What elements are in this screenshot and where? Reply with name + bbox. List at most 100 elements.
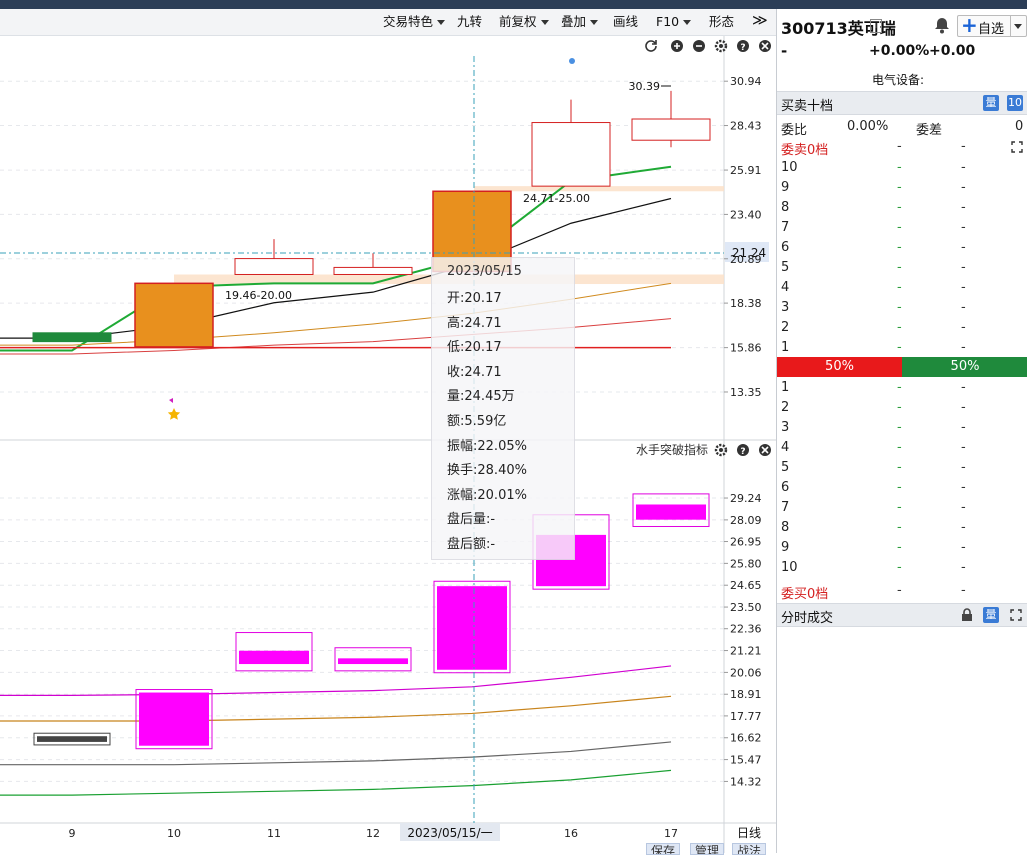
level-price: -: [897, 480, 902, 495]
candle-body: [631, 118, 711, 141]
toolbar-label: F10: [656, 14, 680, 29]
order-level-row: 7 - -: [777, 498, 1027, 518]
tooltip-key: 振幅:: [447, 438, 478, 454]
support-band-upper: [474, 186, 724, 192]
strategy-button[interactable]: 战法: [732, 843, 767, 855]
indicator-axis-label: 14.32: [730, 775, 762, 788]
wc-label: 委差: [916, 123, 943, 138]
bell-icon[interactable]: [933, 15, 951, 35]
toolbar-xingtai[interactable]: 形态: [709, 12, 734, 32]
window-top-strip: [0, 0, 1027, 9]
indicator-header: 水手突破指标 ?: [636, 442, 771, 457]
event-dot-icon[interactable]: [569, 58, 575, 64]
level-volume: -: [961, 240, 966, 255]
volume-toggle[interactable]: 量: [983, 95, 999, 111]
level-price: -: [897, 300, 902, 315]
level-volume: -: [961, 260, 966, 275]
sell-summary-label: 委卖0档: [781, 143, 829, 158]
level-volume: -: [961, 200, 966, 215]
sell-ratio: 50%: [777, 357, 902, 377]
level-number: 10: [781, 160, 798, 175]
indicator-bar-fill: [239, 650, 309, 665]
order-level-row: 1 - -: [777, 338, 1027, 358]
change-percent: +0.00%: [869, 43, 930, 59]
zoom-in-icon[interactable]: [671, 40, 683, 52]
chevron-down-icon: [590, 20, 599, 25]
level-number: 9: [781, 180, 790, 195]
plus-icon: +: [961, 13, 978, 37]
kline-chart[interactable]: ? 21.24 30.39 24.71-25.00 19.46-20.00 水手…: [0, 36, 776, 853]
toolbar-jiuzhuan[interactable]: 九转: [457, 12, 482, 32]
help-icon[interactable]: ?: [737, 40, 749, 53]
toolbar-label: 叠加: [561, 14, 587, 29]
indicator-bar-fill: [338, 658, 408, 665]
level-price: -: [897, 420, 902, 435]
level-number: 9: [781, 540, 790, 555]
price-axis-label: 23.40: [730, 208, 762, 221]
order-level-row: 9 - -: [777, 178, 1027, 198]
save-button[interactable]: 保存: [646, 843, 681, 855]
order-level-row: 1 - -: [777, 378, 1027, 398]
last-price: -: [781, 42, 788, 60]
add-watchlist-button[interactable]: + 自选: [957, 13, 1027, 37]
order-level-row: 2 - -: [777, 318, 1027, 338]
level-volume: -: [961, 440, 966, 455]
toolbar-label: 交易特色: [383, 14, 434, 29]
tooltip-row: 量:24.45万: [447, 385, 515, 404]
indicator-axis-label: 28.09: [730, 514, 762, 527]
lock-icon[interactable]: [961, 608, 973, 622]
price-axis-label: 13.35: [730, 386, 762, 399]
info-icon[interactable]: i: [870, 19, 882, 33]
price-axis-label: 15.86: [730, 342, 762, 355]
tooltip-row: 高:24.71: [447, 312, 502, 331]
zoom-out-icon[interactable]: [693, 40, 705, 52]
buy-ratio: 50%: [902, 357, 1027, 377]
period-label[interactable]: 日线: [737, 826, 761, 840]
level-number: 10: [781, 560, 798, 575]
tooltip-value: 20.17: [464, 291, 502, 306]
trades-volume-toggle[interactable]: 量: [983, 607, 999, 623]
manage-button[interactable]: 管理: [690, 843, 725, 855]
toolbar-label: 前复权: [499, 14, 537, 29]
order-level-row: 9 - -: [777, 538, 1027, 558]
candle-body: [32, 332, 112, 343]
level-price: -: [897, 460, 902, 475]
level-number: 2: [781, 320, 790, 335]
chevron-down-icon: [683, 20, 692, 25]
close-icon[interactable]: [759, 40, 771, 52]
toolbar-f10[interactable]: F10: [656, 12, 692, 32]
depth-toggle[interactable]: 10: [1007, 95, 1023, 111]
x-axis-label: 12: [366, 827, 380, 840]
indicator-help-icon[interactable]: ?: [737, 444, 749, 457]
x-axis-label: 16: [564, 827, 578, 840]
price-axis-label: 18.38: [730, 297, 762, 310]
level-number: 8: [781, 200, 790, 215]
watchlist-dropdown[interactable]: [1010, 16, 1026, 36]
price-axis: 30.94 28.43 25.91 23.40 20.89 18.38 15.86 13.35: [724, 75, 762, 399]
indicator-bar-fill: [636, 504, 706, 520]
indicator-bars: [33, 493, 710, 750]
toolbar-huaxian[interactable]: 画线: [613, 12, 638, 32]
reset-icon[interactable]: [645, 40, 657, 52]
buy-summary-label: 委买0档: [781, 587, 829, 602]
flag-icon[interactable]: [169, 398, 173, 403]
star-icon[interactable]: [167, 408, 181, 420]
tooltip-value: 22.05%: [477, 438, 527, 454]
tooltip-value: 24.71: [464, 364, 502, 380]
indicator-close-icon[interactable]: [759, 444, 771, 456]
level-volume: -: [961, 480, 966, 495]
order-level-row: 10 - -: [777, 558, 1027, 578]
double-chevron-right-icon[interactable]: ≫: [752, 10, 768, 30]
level-number: 3: [781, 300, 790, 315]
indicator-axis-label: 21.21: [730, 645, 762, 658]
expand-icon[interactable]: [1010, 609, 1022, 621]
toolbar-label: 形态: [709, 14, 735, 29]
indicator-bar-fill: [437, 586, 507, 670]
indicator-axis-label: 18.91: [730, 688, 762, 701]
toolbar-qianfuquan[interactable]: 前复权: [499, 12, 549, 32]
expand-icon[interactable]: [1011, 141, 1023, 153]
toolbar-diejia[interactable]: 叠加: [561, 12, 599, 32]
order-book-title: 买卖十档: [781, 99, 834, 114]
toolbar-jiaoyi-tese[interactable]: 交易特色: [383, 12, 446, 32]
level-number: 4: [781, 440, 790, 455]
